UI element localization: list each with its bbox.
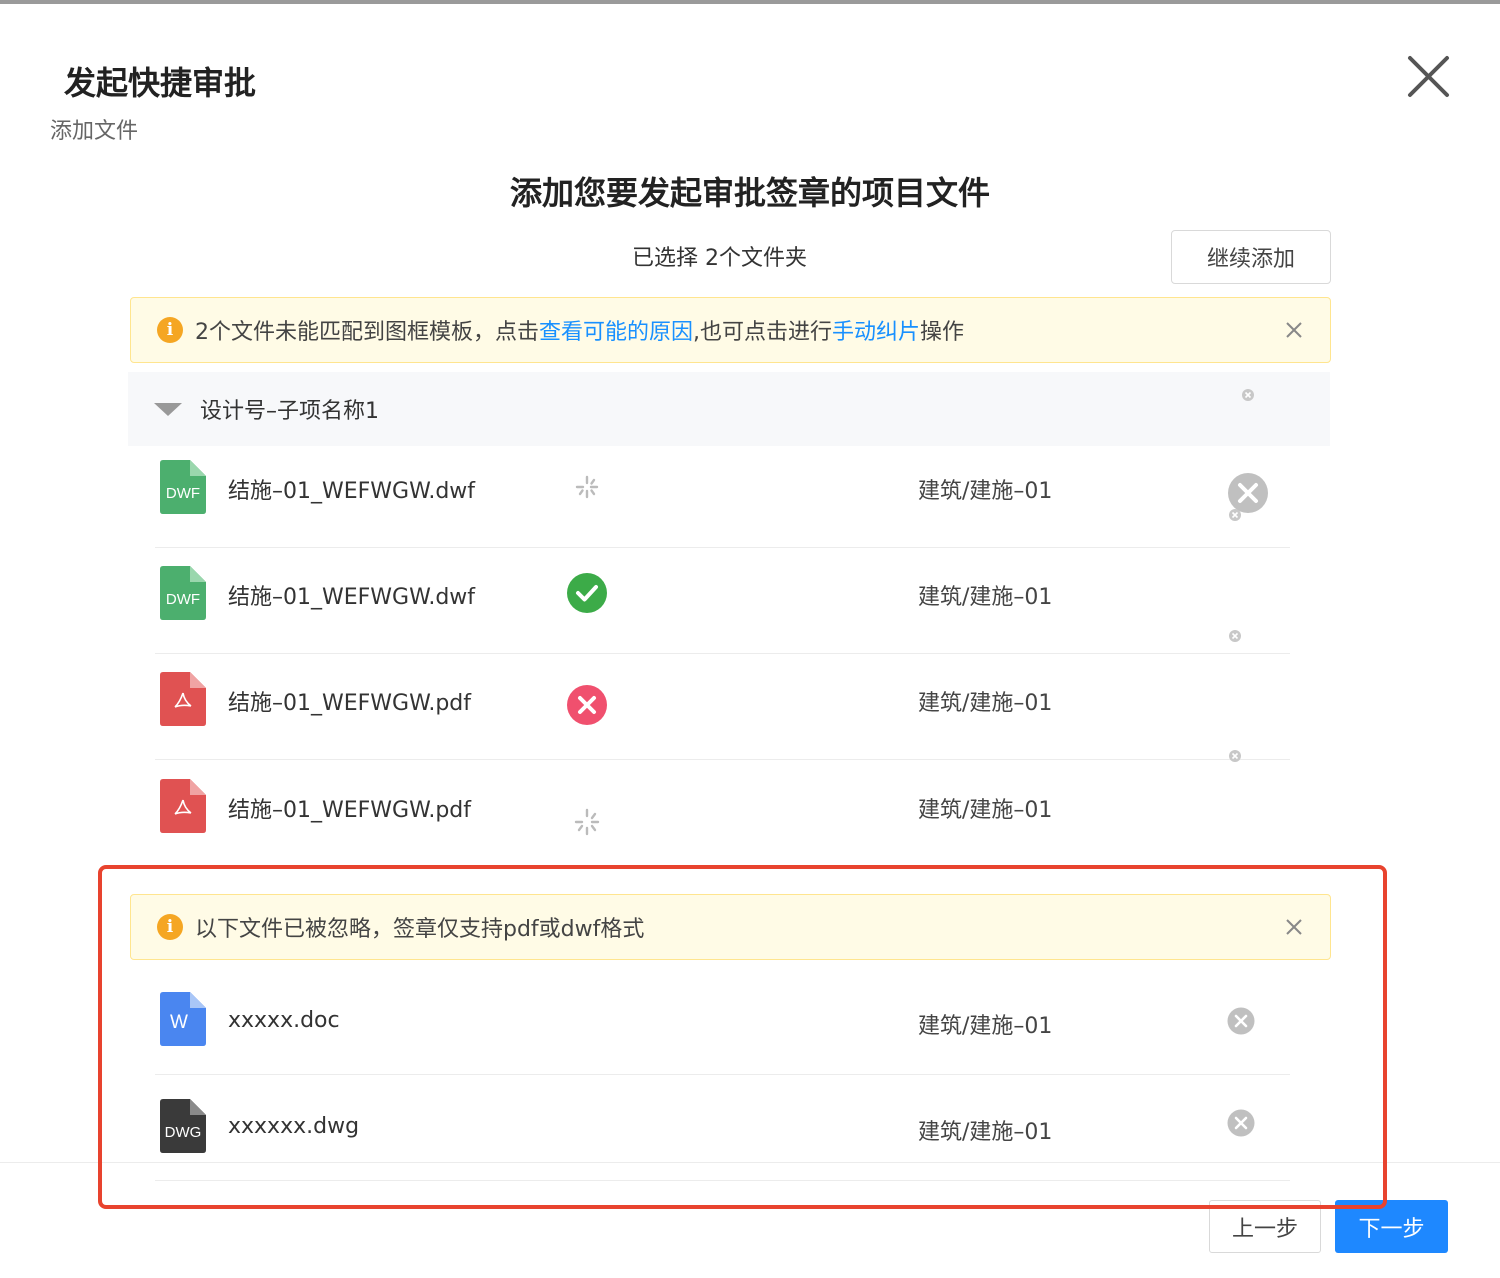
- file-path: 建筑/建施–01: [918, 798, 1053, 823]
- previous-step-button[interactable]: 上一步: [1209, 1200, 1321, 1253]
- dwg-file-icon: DWG: [160, 1099, 206, 1153]
- folder-group-header[interactable]: 设计号–子项名称1: [128, 372, 1330, 446]
- footer-divider: [0, 1162, 1500, 1163]
- file-path: 建筑/建施–01: [918, 479, 1053, 504]
- pdf-file-icon: [160, 672, 206, 726]
- ignored-alert-text: 以下文件已被忽略，签章仅支持pdf或dwf格式: [195, 917, 645, 942]
- svg-text:DWG: DWG: [165, 1124, 202, 1141]
- alert-close-icon[interactable]: [1284, 917, 1304, 937]
- error-x-icon: [567, 685, 607, 725]
- dialog-title: 发起快捷审批: [64, 64, 257, 102]
- file-path: 建筑/建施–01: [918, 585, 1053, 610]
- file-name: xxxxxx.dwg: [228, 1114, 360, 1139]
- continue-add-button[interactable]: 继续添加: [1171, 230, 1331, 284]
- success-check-icon: [567, 573, 607, 613]
- file-name: 结施–01_WEFWGW.pdf: [228, 798, 471, 823]
- pdf-file-icon: [160, 779, 206, 833]
- file-row: DWF 结施–01_WEFWGW.dwf 建筑/建施–01: [155, 547, 1290, 654]
- view-reasons-link[interactable]: 查看可能的原因: [539, 314, 693, 346]
- ignored-files-alert: i 以下文件已被忽略，签章仅支持pdf或dwf格式: [130, 894, 1331, 960]
- ignored-file-row: DWG xxxxxx.dwg 建筑/建施–01: [155, 1074, 1290, 1181]
- file-name: 结施–01_WEFWGW.pdf: [228, 691, 471, 716]
- svg-text:W: W: [170, 1012, 188, 1033]
- file-name: 结施–01_WEFWGW.dwf: [228, 585, 476, 610]
- file-row: DWF 结施–01_WEFWGW.dwf 建筑/建施–01: [155, 441, 1290, 548]
- small-remove-icon[interactable]: [1228, 629, 1242, 643]
- match-warning-alert: i 2个文件未能匹配到图框模板，点击 查看可能的原因 ,也可点击进行 手动纠片 …: [130, 297, 1331, 363]
- file-row: 结施–01_WEFWGW.pdf 建筑/建施–01: [155, 653, 1290, 762]
- step-label: 添加文件: [50, 119, 139, 144]
- info-icon: i: [157, 317, 183, 343]
- alert-text-suffix: 操作: [920, 320, 965, 345]
- page-heading: 添加您要发起审批签章的项目文件: [509, 174, 990, 212]
- dwf-file-icon: DWF: [160, 566, 206, 620]
- doc-file-icon: W: [160, 992, 206, 1046]
- small-remove-icon[interactable]: [1228, 508, 1242, 522]
- window-top-border: [0, 0, 1500, 4]
- alert-text-middle: ,也可点击进行: [693, 320, 833, 345]
- loading-spinner-icon: [575, 475, 599, 499]
- dwf-file-icon: DWF: [160, 460, 206, 514]
- file-path: 建筑/建施–01: [918, 1014, 1053, 1039]
- alert-close-icon[interactable]: [1284, 320, 1304, 340]
- svg-text:DWF: DWF: [166, 485, 200, 502]
- file-name: xxxxx.doc: [228, 1008, 340, 1033]
- remove-file-icon[interactable]: [1227, 1109, 1255, 1137]
- file-path: 建筑/建施–01: [918, 691, 1053, 716]
- svg-text:DWF: DWF: [166, 591, 200, 608]
- close-icon[interactable]: [1400, 50, 1456, 106]
- manual-correct-link[interactable]: 手动纠片: [832, 314, 920, 346]
- next-step-button[interactable]: 下一步: [1335, 1200, 1448, 1253]
- file-path: 建筑/建施–01: [918, 1120, 1053, 1145]
- info-icon: i: [157, 914, 183, 940]
- file-name: 结施–01_WEFWGW.dwf: [228, 479, 476, 504]
- remove-group-icon[interactable]: [1241, 388, 1255, 402]
- loading-spinner-icon: [574, 808, 600, 836]
- selected-count: 已选择 2个文件夹: [632, 246, 807, 271]
- group-name: 设计号–子项名称1: [200, 399, 379, 424]
- file-row: 结施–01_WEFWGW.pdf 建筑/建施–01: [155, 760, 1290, 866]
- alert-text-prefix: 2个文件未能匹配到图框模板，点击: [195, 320, 539, 345]
- ignored-file-row: W xxxxx.doc 建筑/建施–01: [155, 968, 1290, 1075]
- collapse-caret-icon[interactable]: [154, 402, 182, 416]
- remove-file-icon[interactable]: [1227, 1007, 1255, 1035]
